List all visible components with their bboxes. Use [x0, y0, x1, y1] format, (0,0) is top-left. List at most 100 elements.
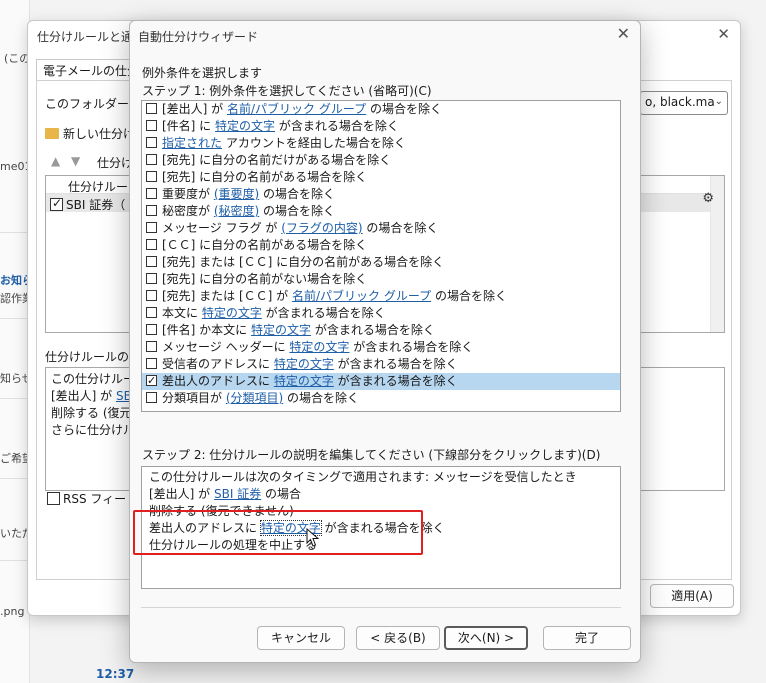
condition-text: [宛先] に自分の名前だけがある場合を除く — [162, 153, 392, 167]
bg-divider — [0, 560, 30, 561]
condition-item[interactable]: 差出人のアドレスに 特定の文字 が含まれる場合を除く — [142, 372, 620, 390]
condition-item[interactable]: 本文に 特定の文字 が含まれる場合を除く — [142, 305, 620, 322]
condition-checkbox[interactable] — [146, 154, 157, 165]
bg-divider — [0, 478, 30, 479]
cancel-button[interactable]: キャンセル — [257, 626, 345, 650]
condition-item[interactable]: 分類項目が (分類項目) の場合を除く — [142, 390, 620, 407]
finish-button[interactable]: 完了 — [543, 626, 631, 650]
bg-fragment: .png — [0, 605, 25, 618]
highlight-box — [133, 510, 423, 555]
condition-checkbox[interactable] — [146, 372, 157, 389]
condition-checkbox[interactable] — [146, 341, 157, 352]
condition-text: が含まれる場合を除く — [349, 340, 474, 354]
rule-options-icon[interactable]: ⚙ — [702, 191, 714, 206]
condition-text: [差出人] が — [162, 102, 227, 116]
rule-name: SBI 証券（ — [66, 198, 126, 212]
description-text: [差出人] が — [149, 487, 214, 501]
condition-item[interactable]: [宛先] に自分の名前がない場合を除く — [142, 271, 620, 288]
condition-checkbox[interactable] — [146, 392, 157, 403]
condition-item[interactable]: 秘密度が (秘密度) の場合を除く — [142, 203, 620, 220]
condition-checkbox[interactable] — [146, 324, 157, 335]
condition-link[interactable]: (秘密度) — [214, 204, 259, 218]
close-icon[interactable]: ✕ — [717, 25, 730, 43]
condition-checkbox[interactable] — [146, 120, 157, 131]
back-button[interactable]: < 戻る(B) — [356, 626, 440, 650]
condition-link[interactable]: (重要度) — [214, 187, 259, 201]
close-icon[interactable]: ✕ — [617, 24, 630, 43]
new-rule-button[interactable]: 新しい仕分け — [45, 125, 135, 142]
rule-enabled-checkbox[interactable] — [50, 196, 63, 211]
condition-text: の場合を除く — [362, 221, 439, 235]
condition-text: [宛先] または [ＣＣ] が — [162, 289, 292, 303]
condition-link[interactable]: 名前/パブリック グループ — [292, 289, 431, 303]
condition-link[interactable]: 指定された — [162, 136, 222, 150]
condition-checkbox[interactable] — [146, 256, 157, 267]
condition-text: [宛先] に自分の名前がない場合を除く — [162, 272, 368, 286]
condition-item[interactable]: 受信者のアドレスに 特定の文字 が含まれる場合を除く — [142, 356, 620, 373]
condition-checkbox[interactable] — [146, 222, 157, 233]
bg-divider — [0, 232, 30, 233]
condition-checkbox[interactable] — [146, 307, 157, 318]
condition-item[interactable]: [宛先] または [ＣＣ] に自分の名前がある場合を除く — [142, 254, 620, 271]
condition-link[interactable]: 特定の文字 — [274, 357, 334, 371]
condition-item[interactable]: [宛先] または [ＣＣ] が 名前/パブリック グループ の場合を除く — [142, 288, 620, 305]
condition-text: 本文に — [162, 306, 202, 320]
condition-link[interactable]: 特定の文字 — [215, 119, 275, 133]
condition-link[interactable]: (フラグの内容) — [281, 221, 362, 235]
account-select[interactable]: o, black.ma ⌄ — [640, 91, 728, 115]
new-rule-icon — [45, 128, 59, 139]
condition-checkbox[interactable] — [146, 273, 157, 284]
condition-text: が含まれる場合を除く — [333, 374, 458, 388]
condition-text: の場合を除く — [259, 204, 336, 218]
condition-item[interactable]: 重要度が (重要度) の場合を除く — [142, 186, 620, 203]
condition-checkbox[interactable] — [146, 290, 157, 301]
condition-checkbox[interactable] — [146, 205, 157, 216]
account-select-value: o, black.ma — [645, 95, 715, 109]
condition-text: [ＣＣ] に自分の名前がある場合を除く — [162, 238, 368, 252]
condition-text: [件名] か本文に — [162, 323, 251, 337]
wizard-heading: 例外条件を選択します — [142, 66, 263, 80]
condition-item[interactable]: [宛先] に自分の名前がある場合を除く — [142, 169, 620, 186]
next-button[interactable]: 次へ(N) > — [444, 626, 528, 650]
condition-link[interactable]: 特定の文字 — [251, 323, 311, 337]
apply-button[interactable]: 適用(A) — [650, 584, 734, 608]
condition-item[interactable]: [宛先] に自分の名前だけがある場合を除く — [142, 152, 620, 169]
condition-text: が含まれる場合を除く — [261, 306, 386, 320]
condition-checkbox[interactable] — [146, 137, 157, 148]
condition-checkbox[interactable] — [146, 188, 157, 199]
condition-item[interactable]: メッセージ ヘッダーに 特定の文字 が含まれる場合を除く — [142, 339, 620, 356]
condition-link[interactable]: 特定の文字 — [289, 340, 349, 354]
exception-condition-list: [差出人] が 名前/パブリック グループ の場合を除く [件名] に 特定の文字… — [141, 100, 621, 412]
condition-link[interactable]: 名前/パブリック グループ — [227, 102, 366, 116]
condition-item[interactable]: [件名] か本文に 特定の文字 が含まれる場合を除く — [142, 322, 620, 339]
move-up-icon[interactable]: ▲ — [51, 154, 60, 168]
mouse-cursor-icon — [306, 528, 320, 547]
bg-divider — [0, 318, 30, 319]
description-label: 仕分けルールの説 — [45, 350, 142, 364]
tab-email-rules[interactable]: 電子メールの仕分 — [36, 59, 130, 81]
condition-item[interactable]: [件名] に 特定の文字 が含まれる場合を除く — [142, 118, 620, 135]
condition-item[interactable]: 指定された アカウントを経由した場合を除く — [142, 135, 620, 152]
condition-text: が含まれる場合を除く — [275, 119, 399, 133]
condition-text: の場合を除く — [259, 187, 336, 201]
condition-link[interactable]: (分類項目) — [226, 391, 283, 405]
move-down-icon[interactable]: ▼ — [71, 154, 80, 168]
condition-text: [件名] に — [162, 119, 215, 133]
condition-checkbox[interactable] — [146, 171, 157, 182]
condition-text: メッセージ フラグ が — [162, 221, 282, 235]
condition-item[interactable]: [差出人] が 名前/パブリック グループ の場合を除く — [142, 101, 620, 118]
rss-checkbox[interactable] — [47, 492, 60, 505]
condition-checkbox[interactable] — [146, 358, 157, 369]
condition-item[interactable]: メッセージ フラグ が (フラグの内容) の場合を除く — [142, 220, 620, 237]
condition-checkbox[interactable] — [146, 103, 157, 114]
outlook-background-pane — [0, 0, 30, 683]
condition-text: 重要度が — [162, 187, 214, 201]
condition-text: の場合を除く — [431, 289, 507, 303]
condition-link[interactable]: 特定の文字 — [202, 306, 262, 320]
description-line: この仕分けルールは次のタイミングで適用されます: メッセージを受信したとき — [149, 469, 613, 486]
condition-link[interactable]: 特定の文字 — [274, 374, 334, 388]
condition-item[interactable]: [ＣＣ] に自分の名前がある場合を除く — [142, 237, 620, 254]
step1-label: ステップ 1: 例外条件を選択してください (省略可)(C) — [142, 84, 432, 98]
condition-checkbox[interactable] — [146, 239, 157, 250]
description-link[interactable]: SBI 証券 — [214, 487, 261, 501]
